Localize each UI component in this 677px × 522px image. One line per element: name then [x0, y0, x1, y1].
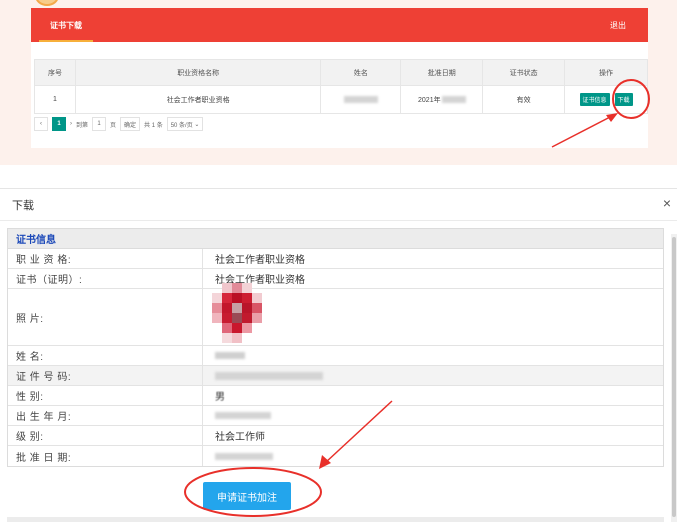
info-row-approval-date: 批 准 日 期:: [8, 446, 663, 466]
label: 职 业 资 格:: [8, 249, 203, 268]
page-1[interactable]: 1: [52, 117, 66, 131]
info-row-certificate: 证书（证明）: 社会工作者职业资格: [8, 269, 663, 289]
tab-certificate-download[interactable]: 证书下载: [39, 8, 93, 42]
apply-annotation-button[interactable]: 申请证书加注: [203, 482, 291, 510]
value: [203, 283, 275, 343]
pagination: ‹ 1 › 到第 1 页 确定 共 1 条 50 条/页 ⌄: [34, 115, 207, 133]
label: 照 片:: [8, 289, 203, 345]
label: 级 别:: [8, 426, 203, 445]
value: 男: [215, 392, 225, 403]
dialog-footer: [7, 517, 664, 522]
close-icon[interactable]: ×: [663, 195, 671, 211]
redacted-approval-date: [215, 452, 273, 460]
nav-bar: 证书下载 退出: [31, 8, 648, 42]
cell-index: 1: [34, 85, 76, 114]
logo-icon: [35, 0, 59, 6]
value: 社会工作师: [215, 432, 265, 443]
next-page-icon[interactable]: ›: [70, 121, 72, 127]
col-header-name: 姓名: [320, 59, 402, 86]
logout-link[interactable]: 退出: [610, 8, 626, 42]
label: 证书（证明）:: [8, 269, 203, 288]
table-header-row: 序号 职业资格名称 姓名 批准日期 证书状态 操作: [34, 59, 648, 86]
info-row-birth: 出 生 年 月:: [8, 406, 663, 426]
info-row-id-number: 证 件 号 码:: [8, 366, 663, 386]
download-button[interactable]: 下载: [614, 93, 633, 106]
dialog-header: 下载: [0, 189, 677, 221]
value: 社会工作者职业资格: [215, 255, 305, 266]
col-header-action: 操作: [564, 59, 648, 86]
cell-name: [320, 85, 402, 114]
page-input[interactable]: 1: [92, 117, 107, 131]
download-dialog: 下载 × 证书信息 职 业 资 格: 社会工作者职业资格 证书（证明）: 社会工…: [0, 188, 677, 522]
info-row-level: 级 别: 社会工作师: [8, 426, 663, 446]
value: [203, 371, 323, 380]
prev-page-icon[interactable]: ‹: [34, 117, 48, 131]
redacted-name: [343, 95, 378, 103]
goto-label: 到第: [76, 122, 89, 129]
info-row-photo: 照 片:: [8, 283, 663, 346]
redacted-id-number: [215, 371, 323, 380]
scrollbar-thumb[interactable]: [672, 237, 676, 517]
redacted-photo: [212, 283, 262, 343]
info-row-name: 姓 名:: [8, 346, 663, 366]
per-page-value: 50 条/页: [170, 122, 193, 129]
cell-qualification: 社会工作者职业资格: [74, 85, 322, 114]
content-panel: 序号 职业资格名称 姓名 批准日期 证书状态 操作 1 社会工作者职业资格 20…: [31, 42, 648, 148]
certificate-info-panel: 证书信息 职 业 资 格: 社会工作者职业资格 证书（证明）: 社会工作者职业资…: [7, 228, 664, 467]
info-row-qualification: 职 业 资 格: 社会工作者职业资格: [8, 249, 663, 269]
chevron-down-icon: ⌄: [194, 121, 200, 128]
redacted-name: [215, 352, 245, 359]
value: [203, 412, 271, 419]
value: [203, 452, 273, 460]
label: 批 准 日 期:: [8, 446, 203, 466]
label: 性 别:: [8, 386, 203, 405]
col-header-qualification: 职业资格名称: [74, 59, 322, 86]
certificate-table: 序号 职业资格名称 姓名 批准日期 证书状态 操作 1 社会工作者职业资格 20…: [34, 59, 648, 114]
confirm-button[interactable]: 确定: [120, 117, 141, 131]
col-header-status: 证书状态: [482, 59, 566, 86]
cell-actions: 证书信息 下载: [564, 85, 648, 114]
dialog-title: 下载: [12, 199, 34, 212]
redacted-date: [441, 96, 466, 104]
certificate-download-page: 证书下载 退出 序号 职业资格名称 姓名 批准日期 证书状态 操作 1 社会工作…: [0, 0, 677, 165]
per-page-select[interactable]: 50 条/页 ⌄: [166, 117, 204, 131]
table-row: 1 社会工作者职业资格 2021年 有效 证书信息 下载: [34, 85, 648, 114]
label: 证 件 号 码:: [8, 366, 203, 385]
section-title: 证书信息: [8, 229, 663, 249]
value: [203, 352, 245, 359]
cell-date: 2021年: [400, 85, 484, 114]
certificate-info-button[interactable]: 证书信息: [579, 93, 610, 106]
page-unit-label: 页: [110, 122, 117, 129]
label: 姓 名:: [8, 346, 203, 365]
total-count: 共 1 条: [144, 122, 163, 129]
col-header-index: 序号: [34, 59, 76, 86]
label: 出 生 年 月:: [8, 406, 203, 425]
redacted-birth-date: [215, 412, 271, 419]
info-row-gender: 性 别: 男: [8, 386, 663, 406]
cell-status: 有效: [482, 85, 566, 114]
date-prefix: 2021年: [418, 96, 441, 104]
col-header-date: 批准日期: [400, 59, 484, 86]
